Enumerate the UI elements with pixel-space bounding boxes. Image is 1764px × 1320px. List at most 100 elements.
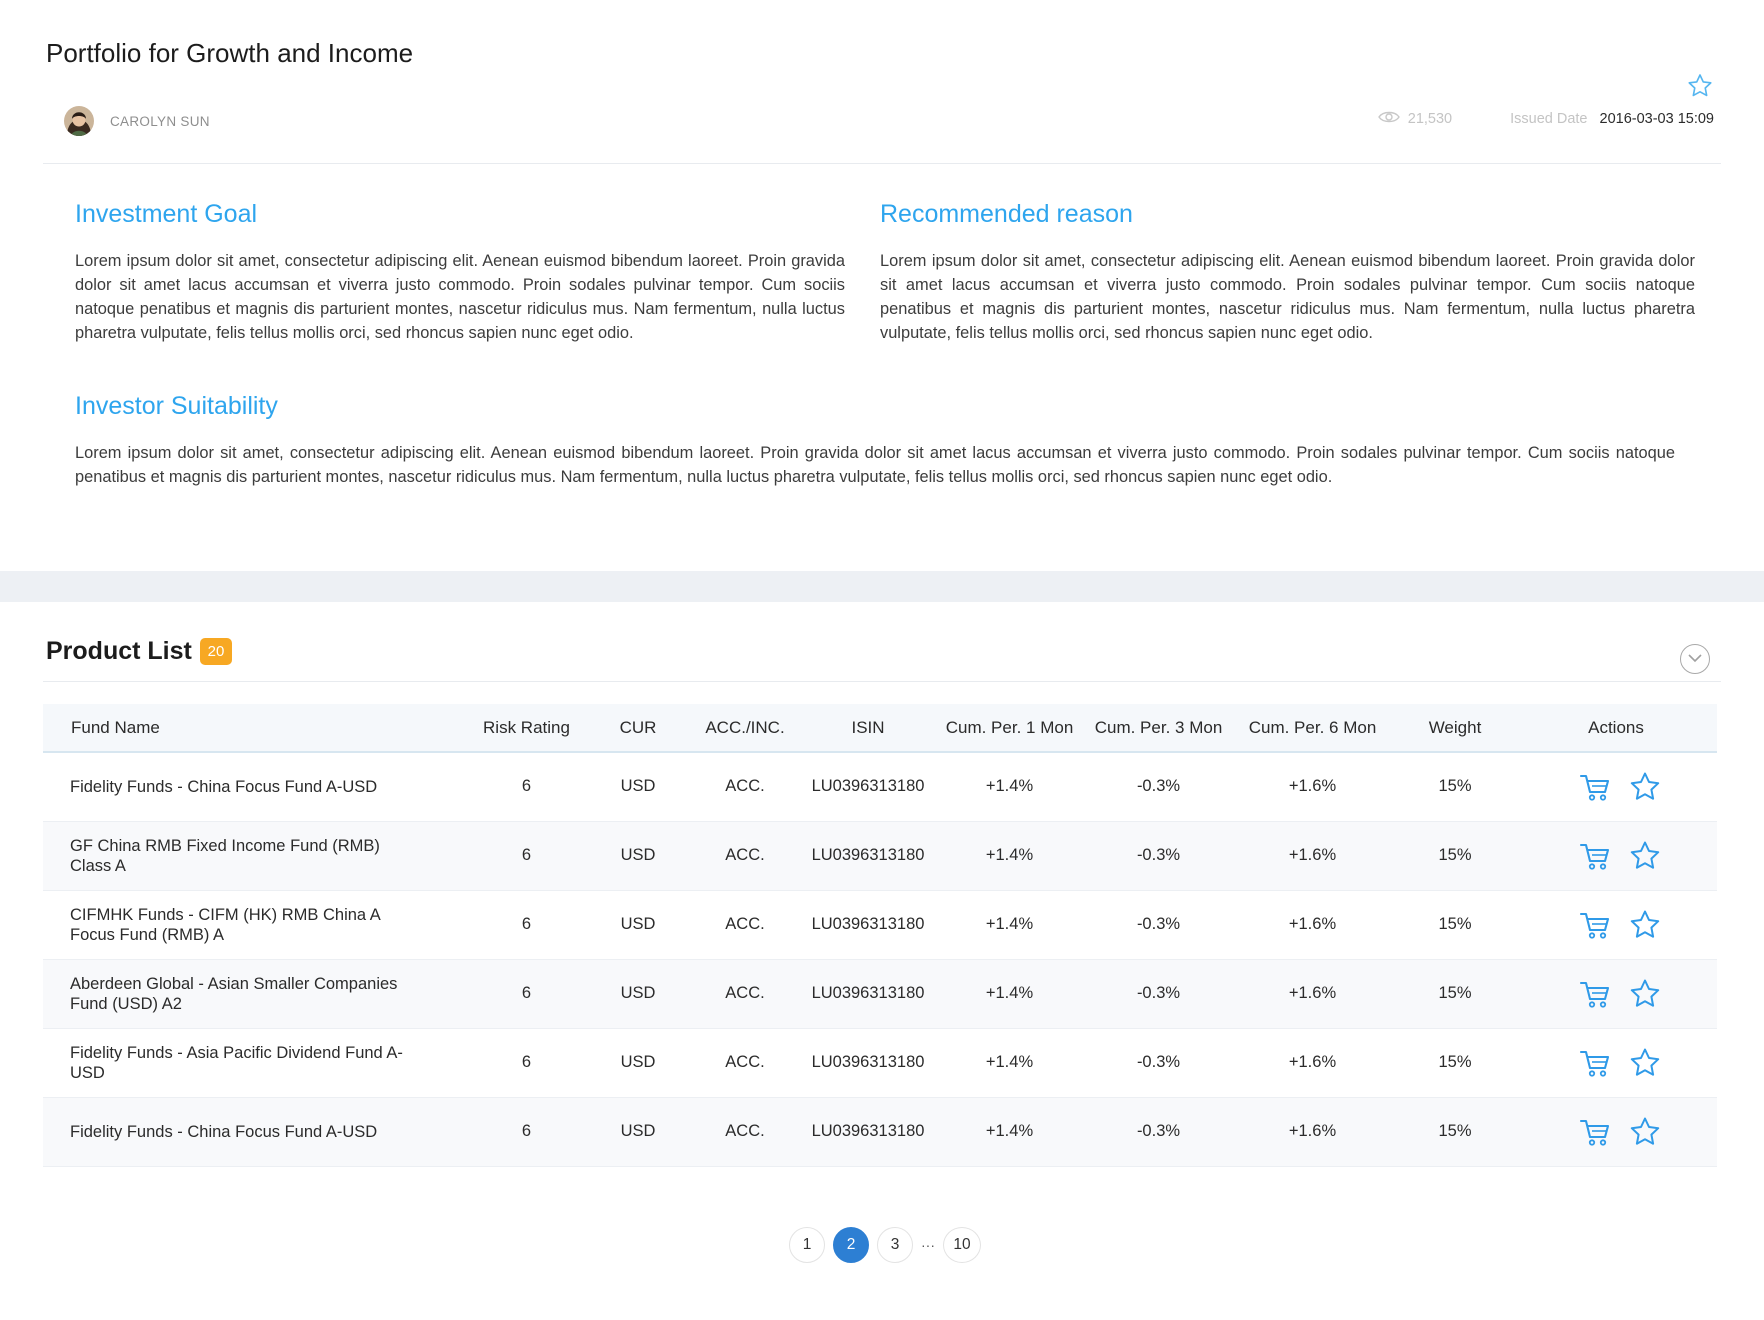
isin-cell: LU0396313180 (811, 915, 925, 933)
actions-cell (1515, 821, 1717, 890)
actions-cell (1515, 959, 1717, 1028)
author-name: CAROLYN SUN (110, 113, 210, 129)
actions-cell (1515, 752, 1717, 821)
acc-inc-cell: ACC. (725, 1053, 765, 1071)
currency-cell: USD (620, 1122, 656, 1140)
row-actions (1519, 1046, 1713, 1080)
cum-per-6-mon-cell: +1.6% (1288, 846, 1337, 864)
issued-date-value: 2016-03-03 15:09 (1599, 111, 1715, 127)
cart-icon[interactable] (1578, 977, 1612, 1011)
cum-per-1-mon-cell: +1.4% (985, 1122, 1034, 1140)
cum-per-1-mon-cell: +1.4% (985, 984, 1034, 1002)
product-list-divider (43, 681, 1721, 682)
weight-cell: 15% (1438, 915, 1472, 933)
cum-per-3-mon-cell: -0.3% (1136, 1122, 1181, 1140)
fund-name-cell[interactable]: Fidelity Funds - China Focus Fund A-USD (43, 752, 463, 821)
cum-per-1-mon-cell: +1.4% (985, 777, 1034, 796)
recommended-reason-heading: Recommended reason (880, 200, 1133, 228)
table-row: GF China RMB Fixed Income Fund (RMB) Cla… (43, 821, 1717, 890)
cum-per-1-mon-cell: +1.4% (985, 846, 1034, 864)
author[interactable]: CAROLYN SUN (64, 106, 210, 136)
cum-per-6-mon-cell: +1.6% (1288, 1053, 1337, 1071)
row-actions (1519, 1115, 1713, 1149)
star-icon[interactable] (1628, 770, 1662, 804)
column-header-fund-name[interactable]: Fund Name (43, 704, 463, 752)
fund-name-cell[interactable]: Aberdeen Global - Asian Smaller Companie… (43, 959, 463, 1028)
favorite-star-icon[interactable] (1686, 72, 1714, 100)
cart-icon[interactable] (1578, 770, 1612, 804)
cart-icon[interactable] (1578, 1115, 1612, 1149)
cum-per-3-mon-cell: -0.3% (1136, 777, 1181, 796)
eye-icon (1377, 110, 1408, 128)
currency-cell: USD (620, 1053, 656, 1071)
column-header-cum-per-3-mon[interactable]: Cum. Per. 3 Mon (1087, 704, 1230, 752)
currency-cell: USD (620, 846, 656, 864)
cart-icon[interactable] (1578, 908, 1612, 942)
acc-inc-cell: ACC. (725, 1122, 765, 1140)
investor-suitability-text: Lorem ipsum dolor sit amet, consectetur … (75, 444, 1675, 486)
views-counter: 21,530 (1377, 110, 1452, 128)
post-meta: 21,530 Issued Date 2016-03-03 15:09 (1377, 110, 1715, 128)
cum-per-6-mon-cell: +1.6% (1288, 984, 1337, 1002)
row-actions (1519, 908, 1713, 942)
fund-name-cell[interactable]: Fidelity Funds - China Focus Fund A-USD (43, 1097, 463, 1166)
acc-inc-cell: ACC. (725, 915, 765, 933)
star-icon[interactable] (1628, 1115, 1662, 1149)
actions-cell (1515, 1028, 1717, 1097)
row-actions (1519, 839, 1713, 873)
actions-cell (1515, 1097, 1717, 1166)
page-title: Portfolio for Growth and Income (46, 38, 414, 68)
column-header-cum-per-6-mon[interactable]: Cum. Per. 6 Mon (1230, 704, 1395, 752)
column-header-acc-inc[interactable]: ACC./INC. (686, 704, 804, 752)
cart-icon[interactable] (1578, 839, 1612, 873)
section-separator (0, 571, 1764, 602)
fund-name-cell[interactable]: GF China RMB Fixed Income Fund (RMB) Cla… (43, 821, 463, 890)
page-2-button[interactable]: 2 (833, 1227, 869, 1263)
fund-name-cell[interactable]: CIFMHK Funds - CIFM (HK) RMB China A Foc… (43, 890, 463, 959)
investment-goal-heading: Investment Goal (75, 200, 258, 228)
issued-date-label: Issued Date (1510, 111, 1588, 127)
page-10-button[interactable]: 10 (943, 1227, 981, 1263)
collapse-button[interactable] (1680, 644, 1710, 674)
pagination-ellipsis[interactable]: ··· (921, 1237, 935, 1253)
page-3-button[interactable]: 3 (877, 1227, 913, 1263)
product-count-badge: 20 (200, 638, 232, 665)
investment-goal-text: Lorem ipsum dolor sit amet, consectetur … (75, 252, 845, 342)
star-icon[interactable] (1628, 908, 1662, 942)
column-header-risk-rating[interactable]: Risk Rating (463, 704, 590, 752)
cart-icon[interactable] (1578, 1046, 1612, 1080)
risk-rating-cell: 6 (521, 1122, 532, 1140)
chevron-down-icon (1688, 650, 1702, 668)
page-1-button[interactable]: 1 (789, 1227, 825, 1263)
risk-rating-cell: 6 (521, 915, 532, 933)
star-icon[interactable] (1628, 977, 1662, 1011)
star-icon[interactable] (1628, 839, 1662, 873)
isin-cell: LU0396313180 (811, 1122, 925, 1140)
actions-cell (1515, 890, 1717, 959)
column-header-currency[interactable]: CUR (590, 704, 686, 752)
cum-per-3-mon-cell: -0.3% (1136, 1053, 1181, 1071)
pagination: 1 2 3 ··· 10 (789, 1227, 981, 1263)
fund-name-cell[interactable]: Fidelity Funds - Asia Pacific Dividend F… (43, 1028, 463, 1097)
weight-cell: 15% (1438, 1053, 1472, 1071)
currency-cell: USD (620, 984, 656, 1002)
risk-rating-cell: 6 (521, 777, 532, 796)
acc-inc-cell: ACC. (725, 777, 765, 796)
acc-inc-cell: ACC. (725, 846, 765, 864)
cum-per-3-mon-cell: -0.3% (1136, 846, 1181, 864)
risk-rating-cell: 6 (521, 846, 532, 864)
column-header-cum-per-1-mon[interactable]: Cum. Per. 1 Mon (932, 704, 1087, 752)
row-actions (1519, 770, 1713, 804)
cum-per-1-mon-cell: +1.4% (985, 1053, 1034, 1071)
column-header-isin[interactable]: ISIN (804, 704, 932, 752)
isin-cell: LU0396313180 (811, 984, 925, 1002)
table-row: Fidelity Funds - China Focus Fund A-USD 6… (43, 752, 1717, 821)
cum-per-3-mon-cell: -0.3% (1136, 984, 1181, 1002)
isin-cell: LU0396313180 (811, 846, 925, 864)
weight-cell: 15% (1438, 777, 1472, 796)
table-row: Aberdeen Global - Asian Smaller Companie… (43, 959, 1717, 1028)
star-icon[interactable] (1628, 1046, 1662, 1080)
column-header-weight[interactable]: Weight (1395, 704, 1515, 752)
cum-per-1-mon-cell: +1.4% (985, 915, 1034, 933)
acc-inc-cell: ACC. (725, 984, 765, 1002)
